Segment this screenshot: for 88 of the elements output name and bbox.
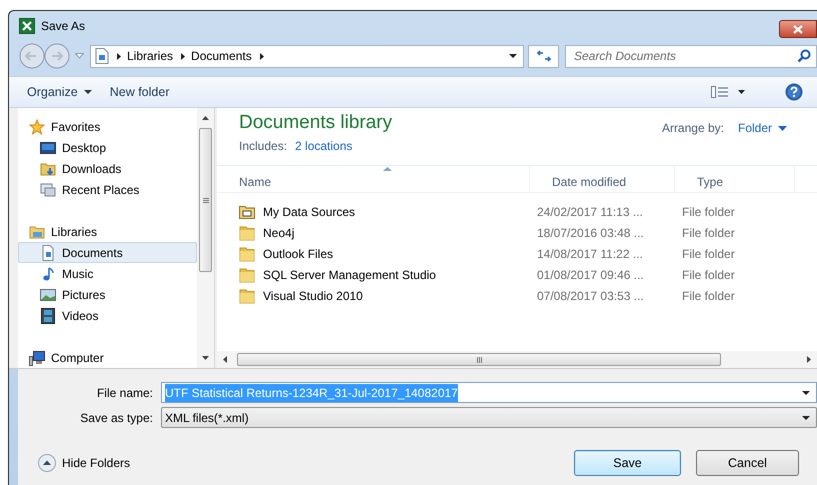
folder-icon xyxy=(239,246,255,262)
breadcrumb-item[interactable]: Documents xyxy=(191,47,252,65)
save-button[interactable]: Save xyxy=(574,450,681,476)
search-icon xyxy=(797,48,811,62)
column-header[interactable]: Date modified xyxy=(530,166,675,192)
caret-icon xyxy=(778,126,787,130)
date-cell: 18/07/2016 03:48 ... xyxy=(537,226,644,240)
file-name-cell[interactable]: My Data Sources xyxy=(263,202,356,220)
date-cell: 14/08/2017 11:22 ... xyxy=(537,246,643,260)
grip-icon xyxy=(202,198,208,202)
cancel-button[interactable]: Cancel xyxy=(696,450,799,476)
toolbar-button[interactable]: New folder xyxy=(110,82,170,102)
includes-label: Includes: xyxy=(239,138,288,155)
arrange-by-label: Arrange by: xyxy=(662,120,724,137)
refresh-icon xyxy=(536,50,552,62)
folder-icon xyxy=(239,266,255,282)
view-options-icon[interactable] xyxy=(711,86,745,98)
address-bar[interactable]: Libraries Documents xyxy=(90,44,524,68)
caret-icon xyxy=(84,90,92,94)
library-title: Documents library xyxy=(239,111,392,135)
dropdown-caret-icon[interactable] xyxy=(509,54,517,58)
type-cell: File folder xyxy=(682,226,735,240)
file-name-cell[interactable]: SQL Server Management Studio xyxy=(263,266,436,284)
desktop-icon xyxy=(40,140,56,156)
close-button[interactable] xyxy=(779,20,817,38)
chevron-icon xyxy=(181,52,186,60)
collapse-icon xyxy=(38,454,56,472)
videos-icon xyxy=(40,308,56,324)
type-cell: File folder xyxy=(682,204,735,218)
scroll-up-icon[interactable] xyxy=(202,116,209,120)
type-cell: File folder xyxy=(682,246,735,260)
computer-icon xyxy=(29,350,45,366)
document-icon xyxy=(95,48,109,64)
scroll-left-icon[interactable] xyxy=(223,356,227,363)
documents-icon xyxy=(40,244,56,260)
hide-folders-button[interactable]: Hide Folders xyxy=(38,454,130,472)
scrollbar-thumb[interactable] xyxy=(199,128,212,272)
chevron-icon xyxy=(117,52,121,60)
refresh-button[interactable] xyxy=(528,44,559,68)
star-icon xyxy=(29,118,45,134)
help-icon[interactable] xyxy=(785,83,803,101)
sidebar-item[interactable]: Downloads xyxy=(18,158,197,179)
search-field[interactable]: Search Documents xyxy=(565,44,817,68)
file-name-cell[interactable]: Neo4j xyxy=(263,224,294,242)
save-as-type-dropdown[interactable]: XML files(*.xml) xyxy=(161,407,817,428)
sidebar-item[interactable]: Favorites xyxy=(18,116,197,137)
folder-icon xyxy=(239,288,255,304)
column-header[interactable]: Type xyxy=(675,166,795,192)
pictures-icon xyxy=(40,286,56,302)
sidebar-item[interactable]: Documents xyxy=(18,242,197,263)
file-name-cell[interactable]: Outlook Files xyxy=(263,244,334,262)
date-cell: 01/08/2017 09:46 ... xyxy=(537,268,644,282)
file-name-value: UTF Statistical Returns-1234R_31-Jul-2017_14082017 xyxy=(165,384,458,402)
history-caret-icon[interactable] xyxy=(75,53,84,59)
scroll-right-icon[interactable] xyxy=(807,356,811,363)
scroll-down-icon[interactable] xyxy=(202,356,209,360)
close-icon xyxy=(792,24,804,34)
sidebar-item[interactable]: Desktop xyxy=(18,137,197,158)
downloads-icon xyxy=(40,160,56,176)
chevron-icon xyxy=(260,52,264,60)
vertical-scrollbar[interactable] xyxy=(197,108,214,368)
sort-arrow-icon xyxy=(383,167,392,171)
save-as-type-label: Save as type: xyxy=(79,410,154,426)
sidebar-item[interactable]: Pictures xyxy=(18,284,197,305)
sidebar-item[interactable]: Recent Places xyxy=(18,179,197,200)
file-name-cell[interactable]: Visual Studio 2010 xyxy=(263,286,363,304)
toolbar-button[interactable]: Organize xyxy=(27,82,92,102)
type-cell: File folder xyxy=(682,268,735,282)
sidebar-item[interactable]: Libraries xyxy=(18,221,197,242)
date-cell: 24/02/2017 11:13 ... xyxy=(537,204,643,218)
locations-link[interactable]: 2 locations xyxy=(295,137,352,155)
dropdown-caret-icon[interactable] xyxy=(802,390,810,394)
sidebar-item[interactable]: Computer xyxy=(18,347,197,368)
horizontal-scrollbar[interactable] xyxy=(217,351,817,368)
folder-icon xyxy=(239,224,255,240)
scrollbar-thumb[interactable] xyxy=(237,353,721,366)
window-title: Save As xyxy=(41,18,86,35)
arrange-by-dropdown[interactable]: Folder xyxy=(738,119,787,137)
file-name-label: File name: xyxy=(96,384,154,402)
breadcrumb-item[interactable]: Libraries xyxy=(127,47,174,65)
sidebar-item[interactable]: Music xyxy=(18,263,197,284)
type-cell: File folder xyxy=(682,288,735,302)
spreadsheet-app-icon xyxy=(19,18,35,34)
data-folder-icon xyxy=(239,204,255,218)
sidebar-item[interactable]: Videos xyxy=(18,305,197,326)
date-cell: 07/08/2017 03:53 ... xyxy=(537,288,644,302)
grip-icon xyxy=(476,356,482,362)
dropdown-caret-icon xyxy=(802,416,810,420)
